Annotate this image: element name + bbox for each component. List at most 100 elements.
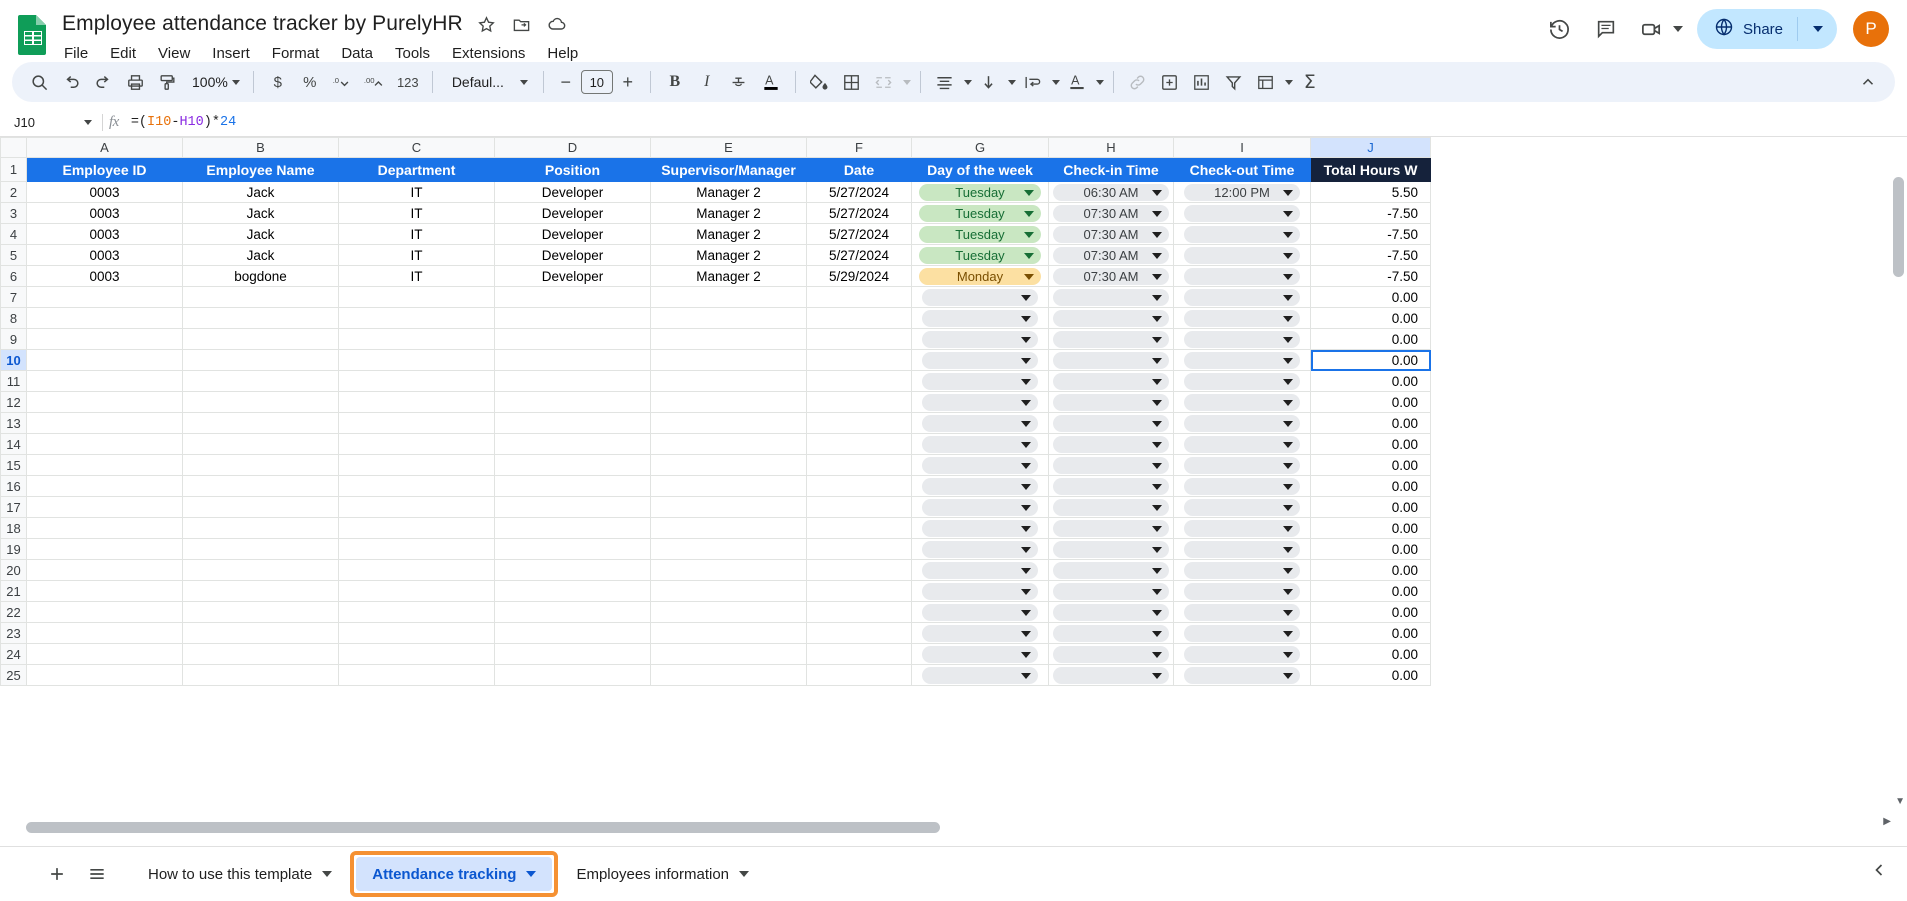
cell-F14[interactable] <box>806 433 912 455</box>
cell-J9[interactable]: 0.00 <box>1310 328 1431 350</box>
cell-H2[interactable]: 06:30 AM <box>1048 181 1174 203</box>
chevron-down-icon[interactable] <box>526 871 537 877</box>
check-in-time-dropdown[interactable]: 07:30 AM <box>1053 225 1169 243</box>
cell-H4[interactable]: 07:30 AM <box>1048 223 1174 245</box>
cell-H10[interactable] <box>1048 349 1174 371</box>
cell-G24[interactable] <box>911 643 1049 665</box>
chevron-down-icon[interactable] <box>1021 631 1031 637</box>
column-title-c[interactable]: Department <box>338 157 495 182</box>
column-header-g[interactable]: G <box>911 137 1049 158</box>
cell-A3[interactable]: 0003 <box>26 202 183 224</box>
check-in-time-dropdown[interactable] <box>1053 477 1169 495</box>
chevron-down-icon[interactable] <box>1152 358 1162 364</box>
check-out-time-dropdown[interactable] <box>1184 204 1300 222</box>
cell-I20[interactable] <box>1173 559 1311 581</box>
currency-format-button[interactable]: $ <box>263 67 293 97</box>
create-filter-icon[interactable] <box>1219 67 1249 97</box>
cell-D5[interactable]: Developer <box>494 244 651 266</box>
chevron-down-icon[interactable] <box>1283 190 1293 196</box>
chevron-down-icon[interactable] <box>1021 379 1031 385</box>
cell-A20[interactable] <box>26 559 183 581</box>
chevron-down-icon[interactable] <box>963 79 972 85</box>
cell-C12[interactable] <box>338 391 495 413</box>
chevron-down-icon[interactable] <box>1152 568 1162 574</box>
cell-E11[interactable] <box>650 370 807 392</box>
chevron-down-icon[interactable] <box>322 871 333 877</box>
cell-E19[interactable] <box>650 538 807 560</box>
chevron-down-icon[interactable] <box>1021 547 1031 553</box>
row-header-25[interactable]: 25 <box>0 664 27 686</box>
cell-G20[interactable] <box>911 559 1049 581</box>
row-header-6[interactable]: 6 <box>0 265 27 287</box>
cell-A24[interactable] <box>26 643 183 665</box>
row-header-16[interactable]: 16 <box>0 475 27 497</box>
cell-A22[interactable] <box>26 601 183 623</box>
cell-C11[interactable] <box>338 370 495 392</box>
cell-I21[interactable] <box>1173 580 1311 602</box>
increase-font-size-button[interactable]: + <box>615 69 641 95</box>
scroll-right-arrow[interactable]: ▶ <box>1883 816 1891 827</box>
cell-A12[interactable] <box>26 391 183 413</box>
check-out-time-dropdown[interactable] <box>1184 666 1300 684</box>
more-formats-button[interactable]: 123 <box>393 67 423 97</box>
cell-B5[interactable]: Jack <box>182 244 339 266</box>
row-header-4[interactable]: 4 <box>0 223 27 245</box>
check-out-time-dropdown[interactable] <box>1184 393 1300 411</box>
check-out-time-dropdown[interactable] <box>1184 246 1300 264</box>
cell-E13[interactable] <box>650 412 807 434</box>
check-out-time-dropdown[interactable] <box>1184 645 1300 663</box>
cell-F4[interactable]: 5/27/2024 <box>806 223 912 245</box>
strikethrough-icon[interactable] <box>724 67 754 97</box>
cell-F21[interactable] <box>806 580 912 602</box>
chevron-down-icon[interactable] <box>1021 652 1031 658</box>
column-title-b[interactable]: Employee Name <box>182 157 339 182</box>
day-of-week-dropdown[interactable] <box>922 540 1038 558</box>
cell-J14[interactable]: 0.00 <box>1310 433 1431 455</box>
vertical-scrollbar[interactable] <box>1893 177 1904 815</box>
chevron-down-icon[interactable] <box>1283 211 1293 217</box>
check-in-time-dropdown[interactable]: 06:30 AM <box>1053 183 1169 201</box>
day-of-week-dropdown[interactable] <box>922 288 1038 306</box>
cell-G21[interactable] <box>911 580 1049 602</box>
check-in-time-dropdown[interactable] <box>1053 288 1169 306</box>
share-dropdown[interactable] <box>1798 26 1837 32</box>
check-out-time-dropdown[interactable] <box>1184 540 1300 558</box>
cell-A16[interactable] <box>26 475 183 497</box>
vertical-scroll-thumb[interactable] <box>1893 177 1904 277</box>
cell-A17[interactable] <box>26 496 183 518</box>
cell-E3[interactable]: Manager 2 <box>650 202 807 224</box>
cell-H15[interactable] <box>1048 454 1174 476</box>
cell-G6[interactable]: Monday <box>911 265 1049 287</box>
chevron-down-icon[interactable] <box>1021 358 1031 364</box>
day-of-week-dropdown[interactable]: Tuesday <box>919 204 1041 222</box>
check-out-time-dropdown[interactable] <box>1184 582 1300 600</box>
column-header-a[interactable]: A <box>26 137 183 158</box>
chevron-down-icon[interactable] <box>1095 79 1104 85</box>
cell-C8[interactable] <box>338 307 495 329</box>
cell-G15[interactable] <box>911 454 1049 476</box>
day-of-week-dropdown[interactable]: Monday <box>919 267 1041 285</box>
check-out-time-dropdown[interactable] <box>1184 624 1300 642</box>
avatar[interactable]: P <box>1853 11 1889 47</box>
cell-H24[interactable] <box>1048 643 1174 665</box>
row-header-15[interactable]: 15 <box>0 454 27 476</box>
cell-H6[interactable]: 07:30 AM <box>1048 265 1174 287</box>
vertical-align-icon[interactable] <box>974 67 1004 97</box>
chevron-down-icon[interactable] <box>1283 274 1293 280</box>
chevron-down-icon[interactable] <box>1152 463 1162 469</box>
cell-C14[interactable] <box>338 433 495 455</box>
cell-A4[interactable]: 0003 <box>26 223 183 245</box>
row-header-1[interactable]: 1 <box>0 157 27 182</box>
chevron-down-icon[interactable] <box>1283 421 1293 427</box>
check-in-time-dropdown[interactable] <box>1053 309 1169 327</box>
chevron-down-icon[interactable] <box>1283 505 1293 511</box>
cell-B17[interactable] <box>182 496 339 518</box>
cell-I2[interactable]: 12:00 PM <box>1173 181 1311 203</box>
cell-E23[interactable] <box>650 622 807 644</box>
cell-B25[interactable] <box>182 664 339 686</box>
cell-F23[interactable] <box>806 622 912 644</box>
cell-D4[interactable]: Developer <box>494 223 651 245</box>
chevron-down-icon[interactable] <box>1152 190 1162 196</box>
cell-J11[interactable]: 0.00 <box>1310 370 1431 392</box>
chevron-down-icon[interactable] <box>1021 526 1031 532</box>
